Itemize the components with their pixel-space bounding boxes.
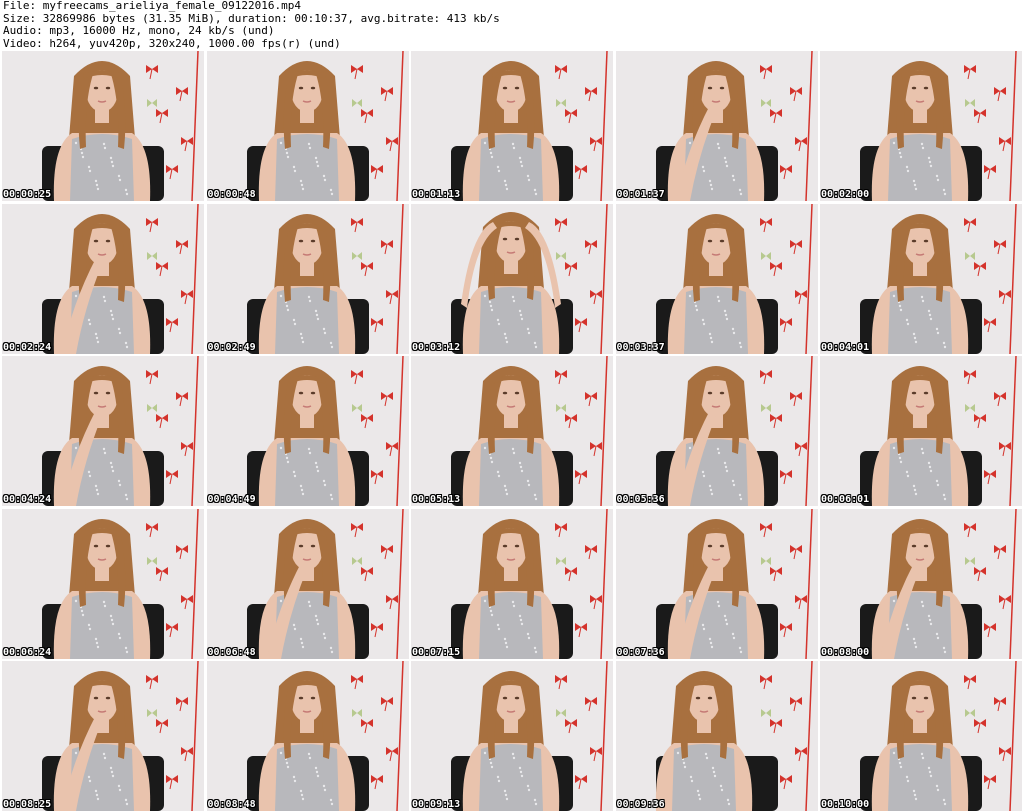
video-thumbnail: 00:08:25 <box>2 661 204 811</box>
thumbnail-timestamp: 00:02:24 <box>3 341 52 353</box>
video-thumbnail: 00:01:13 <box>411 51 613 201</box>
video-thumbnail: 00:04:01 <box>820 203 1022 354</box>
thumbnail-grid: 00:00:25 00:00:48 00:01:13 00:01:37 00:02:00… <box>2 51 1022 811</box>
thumbnail-frame-image <box>206 508 409 659</box>
thumbnail-frame-image <box>2 356 204 506</box>
video-thumbnail: 00:05:13 <box>411 356 613 506</box>
thumbnail-timestamp: 00:03:12 <box>412 341 461 353</box>
thumbnail-timestamp: 00:06:01 <box>821 494 870 505</box>
video-thumbnail: 00:00:25 <box>2 51 204 201</box>
thumbnail-timestamp: 00:08:48 <box>207 799 256 810</box>
thumbnail-frame-image <box>820 661 1022 811</box>
thumbnail-frame-image <box>411 51 613 201</box>
video-thumbnail: 00:08:48 <box>206 661 409 811</box>
file-size-line: Size: 32869986 bytes (31.35 MiB), durati… <box>3 12 500 25</box>
thumbnail-frame-image <box>820 356 1022 506</box>
thumbnail-timestamp: 00:02:00 <box>821 189 870 200</box>
audio-info-line: Audio: mp3, 16000 Hz, mono, 24 kb/s (und… <box>3 25 275 37</box>
thumbnail-frame-image <box>615 203 818 354</box>
thumbnail-frame-image <box>206 356 409 506</box>
thumbnail-timestamp: 00:01:37 <box>616 189 665 200</box>
thumbnail-timestamp: 00:08:00 <box>821 646 870 658</box>
video-thumbnail: 00:04:24 <box>2 356 204 506</box>
thumbnail-frame-image <box>411 203 613 354</box>
thumbnail-frame-image <box>820 508 1022 659</box>
thumbnail-timestamp: 00:07:36 <box>616 646 665 658</box>
thumbnail-frame-image <box>820 203 1022 354</box>
thumbnail-frame-image <box>615 661 818 811</box>
video-thumbnail: 00:09:36 <box>615 661 818 811</box>
thumbnail-frame-image <box>615 356 818 506</box>
thumbnail-frame-image <box>2 661 204 811</box>
thumbnail-frame-image <box>206 51 409 201</box>
thumbnail-timestamp: 00:08:25 <box>3 799 52 810</box>
thumbnail-timestamp: 00:05:36 <box>616 494 665 505</box>
thumbnail-frame-image <box>615 51 818 201</box>
thumbnail-timestamp: 00:04:01 <box>821 341 870 353</box>
video-thumbnail: 00:05:36 <box>615 356 818 506</box>
video-thumbnail: 00:00:48 <box>206 51 409 201</box>
thumbnail-timestamp: 00:02:49 <box>207 341 256 353</box>
video-thumbnail: 00:02:24 <box>2 203 204 354</box>
video-thumbnail: 00:06:48 <box>206 508 409 659</box>
thumbnail-timestamp: 00:04:24 <box>3 494 52 505</box>
thumbnail-frame-image <box>2 508 204 659</box>
video-thumbnail: 00:08:00 <box>820 508 1022 659</box>
video-thumbnail: 00:06:01 <box>820 356 1022 506</box>
thumbnail-timestamp: 00:00:48 <box>207 189 256 200</box>
file-info-header: File: myfreecams_arieliya_female_0912201… <box>3 0 1021 50</box>
video-thumbnail: 00:02:00 <box>820 51 1022 201</box>
thumbnail-timestamp: 00:00:25 <box>3 189 52 200</box>
thumbnail-timestamp: 00:09:36 <box>616 799 665 810</box>
thumbnail-frame-image <box>411 356 613 506</box>
file-name-line: File: myfreecams_arieliya_female_0912201… <box>3 0 302 12</box>
video-thumbnail: 00:07:36 <box>615 508 818 659</box>
thumbnail-timestamp: 00:10:00 <box>821 799 870 810</box>
thumbnail-timestamp: 00:03:37 <box>616 341 665 353</box>
thumbnail-frame-image <box>206 661 409 811</box>
video-thumbnail: 00:04:49 <box>206 356 409 506</box>
thumbnail-timestamp: 00:06:24 <box>3 646 52 658</box>
thumbnail-frame-image <box>206 203 409 354</box>
thumbnail-timestamp: 00:07:15 <box>412 646 461 658</box>
thumbnail-frame-image <box>2 203 204 354</box>
video-thumbnail: 00:02:49 <box>206 203 409 354</box>
thumbnail-frame-image <box>820 51 1022 201</box>
video-thumbnail: 00:03:12 <box>411 203 613 354</box>
thumbnail-frame-image <box>411 508 613 659</box>
thumbnail-frame-image <box>615 508 818 659</box>
thumbnail-timestamp: 00:01:13 <box>412 189 461 200</box>
thumbnail-timestamp: 00:06:48 <box>207 646 256 658</box>
video-thumbnail: 00:06:24 <box>2 508 204 659</box>
thumbnail-frame-image <box>2 51 204 201</box>
video-thumbnail: 00:09:13 <box>411 661 613 811</box>
video-thumbnail: 00:10:00 <box>820 661 1022 811</box>
video-info-line: Video: h264, yuv420p, 320x240, 1000.00 f… <box>3 37 341 50</box>
video-thumbnail: 00:03:37 <box>615 203 818 354</box>
thumbnail-timestamp: 00:05:13 <box>412 494 461 505</box>
thumbnail-timestamp: 00:09:13 <box>412 799 461 810</box>
thumbnail-timestamp: 00:04:49 <box>207 494 256 505</box>
thumbnail-frame-image <box>411 661 613 811</box>
video-thumbnail: 00:07:15 <box>411 508 613 659</box>
video-thumbnail: 00:01:37 <box>615 51 818 201</box>
